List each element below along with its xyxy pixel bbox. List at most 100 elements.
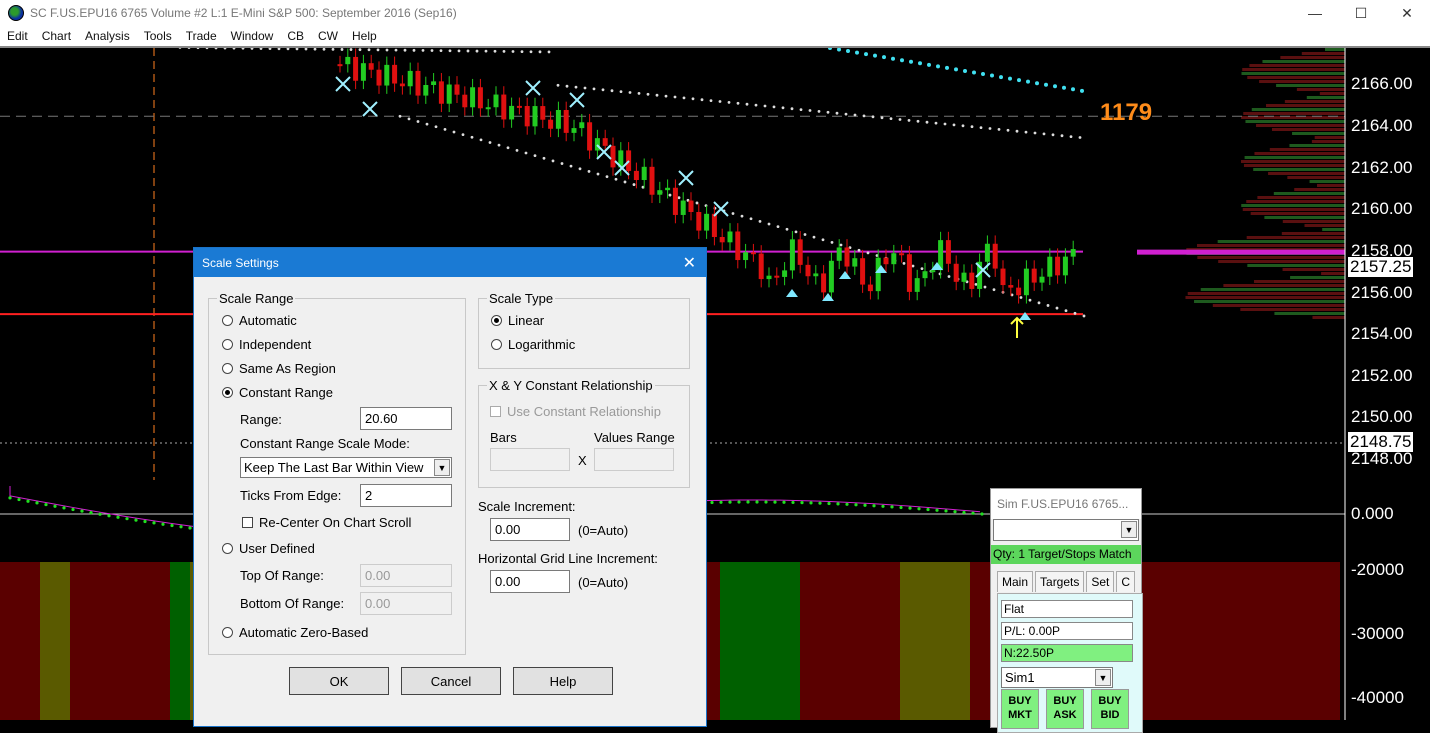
menu-window[interactable]: Window — [224, 29, 281, 43]
upper-band-dot — [682, 96, 686, 100]
lower-band-dot — [911, 264, 915, 268]
top-range-input[interactable]: 0.00 — [360, 564, 452, 587]
candle-body — [969, 272, 975, 289]
volume-profile-bar — [1269, 148, 1345, 151]
oscillator-dot — [890, 505, 894, 509]
radio-linear[interactable]: Linear — [491, 313, 544, 328]
candle-body — [828, 260, 834, 293]
range-input[interactable]: 20.60 — [360, 407, 452, 430]
use-constant-relationship-checkbox[interactable]: Use Constant Relationship — [490, 404, 661, 419]
volume-profile-bar — [1185, 296, 1345, 299]
cyan-band-dot — [945, 65, 949, 70]
scale-increment-input[interactable]: 0.00 — [490, 518, 570, 541]
bars-input[interactable] — [490, 448, 570, 471]
cyan-band-dot — [873, 53, 877, 58]
upper-band-dot — [646, 92, 650, 96]
upper-band-dot — [1015, 129, 1019, 133]
radio-automatic[interactable]: Automatic — [222, 313, 297, 328]
volume-profile-bar — [1268, 172, 1345, 175]
trade-symbol-select[interactable]: ▼ — [993, 519, 1139, 541]
upper-band-dot — [709, 99, 713, 103]
candle-body — [524, 106, 530, 127]
dialog-close-icon[interactable]: ✕ — [683, 253, 696, 273]
upper-band-dot — [781, 106, 785, 110]
buy-ask-button[interactable]: BUY ASK — [1046, 689, 1084, 729]
menu-cb[interactable]: CB — [280, 29, 311, 43]
radio-logarithmic[interactable]: Logarithmic — [491, 337, 575, 352]
account-select[interactable]: Sim1 ▼ — [1001, 667, 1113, 688]
volume-profile-bar — [1241, 204, 1345, 207]
lower-band-dot — [749, 217, 753, 221]
menu-tools[interactable]: Tools — [137, 29, 179, 43]
radio-independent[interactable]: Independent — [222, 337, 311, 352]
trade-window-title[interactable]: Sim F.US.EPU16 6765... — [991, 489, 1141, 519]
menu-help[interactable]: Help — [345, 29, 384, 43]
candle-body — [509, 105, 515, 120]
volume-profile-bar — [1266, 104, 1345, 107]
tab-set[interactable]: Set — [1086, 571, 1115, 592]
upper-band-dot — [628, 91, 632, 94]
menu-edit[interactable]: Edit — [0, 29, 35, 43]
upper-band-dot — [619, 90, 623, 94]
radio-user-defined[interactable]: User Defined — [222, 541, 315, 556]
buy-bid-button[interactable]: BUY BID — [1091, 689, 1129, 729]
radio-automatic-zero-based[interactable]: Automatic Zero-Based — [222, 625, 368, 640]
values-range-input[interactable] — [594, 448, 674, 471]
scale-mode-select[interactable]: Keep The Last Bar Within View ▼ — [240, 457, 452, 478]
upper-band-dot — [727, 101, 731, 104]
menu-analysis[interactable]: Analysis — [78, 29, 137, 43]
candle-body — [477, 87, 483, 109]
upper-band-dot — [997, 128, 1001, 131]
ticks-input[interactable]: 2 — [360, 484, 452, 507]
tab-c[interactable]: C — [1116, 571, 1136, 592]
close-button[interactable]: ✕ — [1384, 0, 1430, 26]
bottom-range-input[interactable]: 0.00 — [360, 592, 452, 615]
buy-market-button[interactable]: BUY MKT — [1001, 689, 1039, 729]
cyan-band-dot — [1044, 82, 1048, 87]
candle-body — [540, 106, 546, 120]
radio-same-as-region[interactable]: Same As Region — [222, 361, 336, 376]
cancel-button[interactable]: Cancel — [401, 667, 501, 695]
lower-band-dot — [731, 212, 735, 215]
candle-body — [462, 94, 468, 108]
lower-band-dot — [1073, 311, 1077, 315]
lower-band-dot — [758, 219, 762, 223]
lower-band-dot — [425, 122, 429, 126]
lower-band-dot — [551, 159, 555, 163]
lower-band-dot — [587, 170, 591, 173]
maximize-button[interactable]: ☐ — [1338, 0, 1384, 26]
upper-band-dot — [1042, 132, 1046, 136]
volume-profile-bar — [1253, 168, 1345, 171]
ok-button[interactable]: OK — [289, 667, 389, 695]
x-marker-icon — [596, 144, 612, 160]
volume-profile-bar — [1245, 120, 1345, 123]
tab-targets[interactable]: Targets — [1035, 571, 1085, 592]
x-marker-icon — [525, 80, 541, 96]
lower-band-dot — [443, 127, 447, 131]
minimize-button[interactable]: — — [1292, 0, 1338, 26]
grid-increment-input[interactable]: 0.00 — [490, 570, 570, 593]
candle-body — [711, 213, 717, 238]
candle-body — [657, 190, 663, 195]
menu-chart[interactable]: Chart — [35, 29, 78, 43]
volume-profile-bar — [1282, 268, 1345, 271]
dialog-title: Scale Settings — [202, 255, 279, 270]
dialog-title-bar[interactable]: Scale Settings ✕ — [194, 248, 706, 277]
radio-constant-range[interactable]: Constant Range — [222, 385, 333, 400]
recenter-checkbox[interactable]: Re-Center On Chart Scroll — [242, 515, 411, 530]
lower-band-dot — [983, 285, 987, 289]
upper-band-dot — [358, 48, 362, 52]
candle-body — [548, 119, 554, 129]
menu-trade[interactable]: Trade — [179, 29, 224, 43]
menu-cw[interactable]: CW — [311, 29, 345, 43]
volume-profile-bar — [1273, 192, 1345, 195]
oscillator-dot — [53, 504, 57, 508]
qty-bar[interactable]: Qty: 1 Target/Stops Match — [991, 545, 1141, 564]
lower-band-dot — [497, 143, 501, 147]
tab-main[interactable]: Main — [997, 571, 1034, 592]
oscillator-dot — [935, 508, 939, 512]
help-button[interactable]: Help — [513, 667, 613, 695]
oscillator-dot — [953, 510, 957, 514]
candle-body — [641, 166, 647, 181]
price-label: 2150.00 — [1351, 407, 1413, 426]
